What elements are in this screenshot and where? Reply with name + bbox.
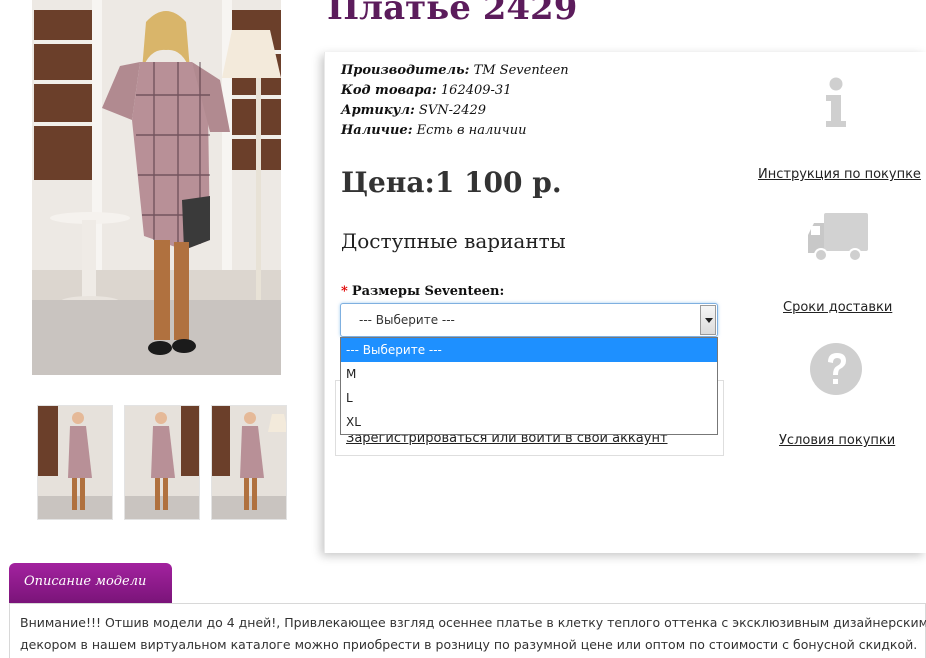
- variants-heading: Доступные варианты: [341, 229, 566, 253]
- size-label-text: Размеры Seventeen:: [351, 284, 505, 299]
- description-line: Внимание!!! Отшив модели до 4 дней!, При…: [20, 615, 926, 630]
- meta-key: Производитель:: [341, 63, 470, 78]
- product-title: Платье 2429: [327, 0, 578, 28]
- description-line: декором в нашем виртуальном каталоге мож…: [20, 637, 918, 652]
- size-select[interactable]: --- Выберите ---: [340, 303, 718, 337]
- purchase-instruction-link[interactable]: Инструкция по покупке: [758, 167, 921, 182]
- size-option[interactable]: XL: [341, 410, 717, 434]
- size-option[interactable]: L: [341, 386, 717, 410]
- size-option[interactable]: --- Выберите ---: [341, 338, 717, 362]
- meta-value: Есть в наличии: [416, 123, 527, 138]
- meta-key: Код товара:: [341, 83, 437, 98]
- meta-key: Наличие:: [341, 123, 413, 138]
- delivery-terms-link[interactable]: Сроки доставки: [783, 300, 892, 315]
- chevron-down-icon[interactable]: [700, 305, 716, 335]
- product-thumbnail[interactable]: [37, 405, 113, 520]
- product-thumbnail[interactable]: [124, 405, 200, 520]
- meta-article: Артикул: SVN-2429: [341, 101, 569, 121]
- required-mark: *: [341, 284, 348, 299]
- truck-icon[interactable]: [808, 213, 868, 269]
- meta-value: 162409-31: [440, 83, 512, 98]
- meta-value: SVN-2429: [418, 103, 487, 118]
- question-icon[interactable]: [809, 342, 863, 400]
- meta-availability: Наличие: Есть в наличии: [341, 121, 569, 141]
- product-main-photo[interactable]: [32, 0, 281, 375]
- size-select-value: --- Выберите ---: [359, 313, 455, 327]
- meta-value: TM Seventeen: [473, 63, 569, 78]
- product-meta: Производитель: TM Seventeen Код товара: …: [341, 61, 569, 141]
- description-text: Внимание!!! Отшив модели до 4 дней!, При…: [20, 612, 926, 656]
- size-dropdown-list: --- Выберите --- M L XL: [340, 337, 718, 435]
- product-thumbnail[interactable]: [211, 405, 287, 520]
- tab-description[interactable]: Описание модели: [9, 563, 172, 603]
- info-icon[interactable]: [824, 77, 848, 133]
- meta-manufacturer: Производитель: TM Seventeen: [341, 61, 569, 81]
- size-option[interactable]: M: [341, 362, 717, 386]
- meta-product-code: Код товара: 162409-31: [341, 81, 569, 101]
- size-select-label: * Размеры Seventeen:: [341, 284, 504, 299]
- purchase-conditions-link[interactable]: Условия покупки: [779, 433, 895, 448]
- meta-key: Артикул:: [341, 103, 415, 118]
- product-price: Цена:1 100 р.: [341, 166, 562, 199]
- tab-description-label: Описание модели: [24, 574, 147, 589]
